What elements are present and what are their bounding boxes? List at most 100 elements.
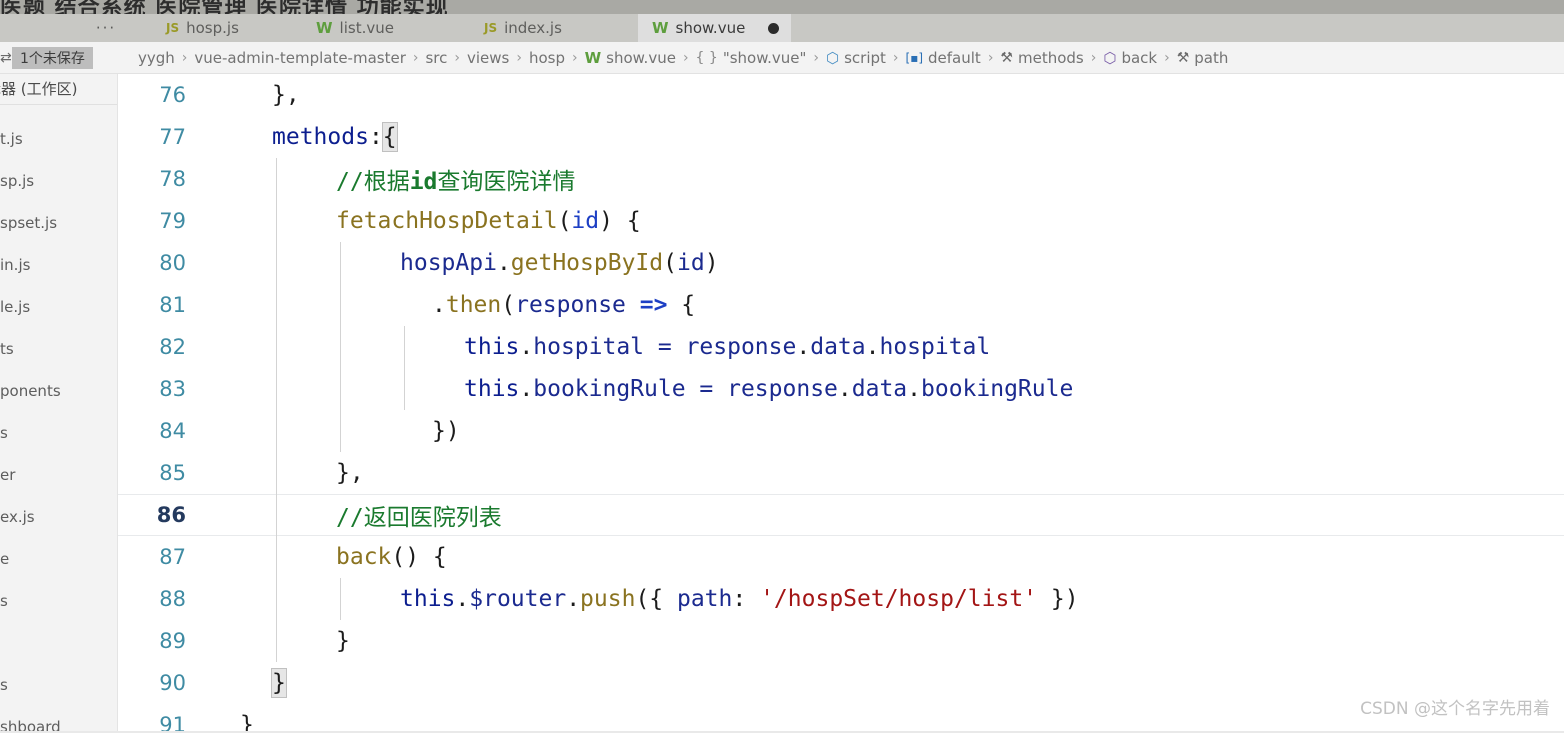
tab-overflow-button[interactable]: ···: [60, 14, 152, 42]
breadcrumb-label: "show.vue": [722, 49, 807, 67]
editor-tab-list-vue[interactable]: Wlist.vue: [302, 14, 470, 42]
explorer-item[interactable]: ex.js: [0, 496, 117, 538]
code-line[interactable]: 76},: [118, 74, 1564, 116]
unsaved-count-badge[interactable]: 1个未保存: [12, 47, 93, 69]
line-content[interactable]: fetachHospDetail(id) {: [208, 200, 1564, 242]
explorer-item[interactable]: in.js: [0, 244, 117, 286]
line-content[interactable]: //根据id查询医院详情: [208, 158, 1564, 200]
indent-guide: [276, 242, 277, 284]
breadcrumb-item-vue-admin-template-master[interactable]: vue-admin-template-master: [194, 49, 405, 67]
explorer-item[interactable]: ts: [0, 328, 117, 370]
wrench-icon: ⚒: [1000, 50, 1013, 66]
code-line[interactable]: 77 methods:{: [118, 116, 1564, 158]
module-icon: [▪]: [905, 51, 924, 65]
editor-tab-show-vue[interactable]: Wshow.vue: [638, 14, 792, 42]
explorer-item[interactable]: shboard: [0, 706, 117, 733]
token: push: [580, 586, 636, 612]
code-line[interactable]: 78 //根据id查询医院详情: [118, 158, 1564, 200]
explorer-item[interactable]: e: [0, 538, 117, 580]
breadcrumb-item-methods[interactable]: ⚒ methods: [1000, 49, 1083, 67]
token: }: [240, 712, 254, 733]
breadcrumb-label: views: [467, 49, 510, 67]
line-content[interactable]: this.$router.push({ path: '/hospSet/hosp…: [208, 578, 1564, 620]
code-editor[interactable]: 76}, 77 methods:{ 78 //根据id查询医院详情 79 fetachHos…: [118, 74, 1564, 733]
explorer-item[interactable]: le.js: [0, 286, 117, 328]
code-line[interactable]: 86 //返回医院列表: [118, 494, 1564, 536]
explorer-item[interactable]: ponents: [0, 370, 117, 412]
token: .: [519, 376, 534, 402]
code-line[interactable]: 81 .then(response => {: [118, 284, 1564, 326]
code-line[interactable]: 88 this.$router.push({ path: '/hospSet/ho…: [118, 578, 1564, 620]
line-content[interactable]: back() {: [208, 536, 1564, 578]
indent-guide: [340, 578, 341, 620]
line-tokens: this.bookingRule = response.data.booking…: [208, 376, 1073, 402]
line-content[interactable]: this.hospital = response.data.hospital: [208, 326, 1564, 368]
code-line[interactable]: 90}: [118, 662, 1564, 704]
breadcrumb-item-path[interactable]: ⚒ path: [1177, 49, 1229, 67]
indent-guide: [276, 368, 277, 410]
explorer-item[interactable]: t.js: [0, 118, 117, 160]
code-line[interactable]: 91}: [118, 704, 1564, 733]
breadcrumb-item-yygh[interactable]: yygh: [138, 49, 175, 67]
breadcrumb-item-default[interactable]: [▪] default: [906, 49, 981, 67]
line-tokens: methods:{: [208, 122, 398, 152]
tab-label: index.js: [504, 19, 562, 37]
explorer-item[interactable]: spset.js: [0, 202, 117, 244]
token: data: [810, 334, 866, 360]
token: ) {: [599, 208, 641, 234]
token: }: [336, 628, 350, 654]
line-content[interactable]: },: [208, 74, 1564, 116]
code-line[interactable]: 79 fetachHospDetail(id) {: [118, 200, 1564, 242]
line-content[interactable]: this.bookingRule = response.data.booking…: [208, 368, 1564, 410]
breadcrumb-separator: ›: [1164, 50, 1170, 66]
line-content[interactable]: .then(response => {: [208, 284, 1564, 326]
token: :: [368, 124, 383, 150]
breadcrumb-item-src[interactable]: src: [425, 49, 447, 67]
breadcrumb-item-views[interactable]: views: [467, 49, 509, 67]
line-number: 78: [159, 167, 186, 191]
code-line[interactable]: 89}: [118, 620, 1564, 662]
explorer-item-label: s: [0, 676, 8, 694]
breadcrumb-separator: ›: [412, 50, 419, 66]
code-lines[interactable]: 76}, 77 methods:{ 78 //根据id查询医院详情 79 fetachHos…: [118, 74, 1564, 733]
breadcrumb-item-back[interactable]: ⬡ back: [1103, 49, 1157, 67]
line-number: 84: [159, 419, 186, 443]
line-tokens: //返回医院列表: [208, 498, 502, 532]
token: id: [571, 208, 600, 234]
vue-file-icon: W: [316, 18, 333, 37]
line-content[interactable]: },: [208, 452, 1564, 494]
breadcrumb-item-show-vue[interactable]: Wshow.vue: [585, 49, 676, 67]
tab-label: show.vue: [675, 19, 746, 37]
explorer-item[interactable]: [0, 622, 117, 664]
line-tokens: .then(response => {: [208, 292, 695, 318]
code-line[interactable]: 87 back() {: [118, 536, 1564, 578]
code-line[interactable]: 83 this.bookingRule = response.data.booki…: [118, 368, 1564, 410]
code-line[interactable]: 84}): [118, 410, 1564, 452]
line-content[interactable]: hospApi.getHospById(id): [208, 242, 1564, 284]
explorer-item[interactable]: s: [0, 664, 117, 706]
code-line[interactable]: 85},: [118, 452, 1564, 494]
editor-tab-hosp-js[interactable]: JS hosp.js: [152, 14, 302, 42]
token: //返回医院列表: [336, 505, 502, 531]
explorer-item[interactable]: er: [0, 454, 117, 496]
editor-tab-index-js[interactable]: JS index.js: [470, 14, 638, 42]
code-line[interactable]: 82 this.hospital = response.data.hospital: [118, 326, 1564, 368]
code-line[interactable]: 80 hospApi.getHospById(id): [118, 242, 1564, 284]
indent-guide: [276, 410, 277, 452]
breadcrumb-item-script[interactable]: ⬡ script: [826, 49, 886, 67]
breadcrumb-item-show-vue[interactable]: { } "show.vue": [696, 49, 807, 67]
line-content[interactable]: methods:{: [208, 116, 1564, 158]
line-content[interactable]: }: [208, 620, 1564, 662]
breadcrumb-item-hosp[interactable]: hosp: [529, 49, 565, 67]
line-number: 90: [159, 671, 186, 695]
indent-guide: [340, 410, 341, 452]
explorer-item[interactable]: sp.js: [0, 160, 117, 202]
explorer-item[interactable]: s: [0, 580, 117, 622]
tab-dirty-indicator[interactable]: [768, 22, 780, 34]
breadcrumb-label: yygh: [138, 49, 175, 67]
explorer-item-label: spset.js: [0, 214, 58, 232]
explorer-item-label: e: [0, 550, 10, 568]
line-content[interactable]: }): [208, 410, 1564, 452]
line-content[interactable]: //返回医院列表: [208, 494, 1564, 536]
explorer-item[interactable]: s: [0, 412, 117, 454]
